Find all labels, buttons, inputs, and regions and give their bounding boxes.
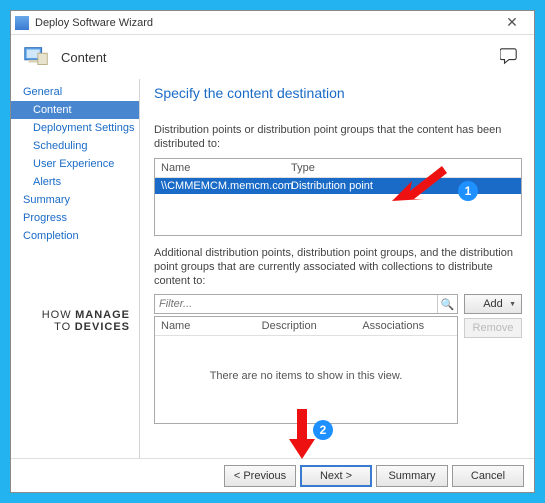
nav-content[interactable]: Content — [11, 101, 139, 119]
annotation-badge-2: 2 — [313, 420, 333, 440]
next-button[interactable]: Next > — [300, 465, 372, 487]
nav-progress[interactable]: Progress — [11, 209, 139, 227]
cell-name: \\CMMEMCM.memcm.com — [155, 178, 285, 194]
add-button[interactable]: Add ▼ — [464, 294, 522, 314]
app-icon — [15, 16, 29, 30]
annotation-badge-1: 1 — [458, 181, 478, 201]
section-title: Content — [61, 50, 107, 65]
nav-summary[interactable]: Summary — [11, 191, 139, 209]
grid2-empty-text: There are no items to show in this view. — [155, 336, 457, 416]
nav-general[interactable]: General — [11, 83, 139, 101]
previous-button[interactable]: < Previous — [224, 465, 296, 487]
footer: < Previous Next > Summary Cancel — [11, 458, 534, 492]
cancel-button[interactable]: Cancel — [452, 465, 524, 487]
summary-button[interactable]: Summary — [376, 465, 448, 487]
add-label: Add — [483, 298, 503, 310]
col-type[interactable]: Type — [285, 159, 521, 177]
filter-input[interactable] — [155, 298, 437, 310]
grid2-header: Name Description Associations — [155, 317, 457, 336]
nav-sidebar: General Content Deployment Settings Sche… — [11, 79, 139, 458]
wizard-window: Deploy Software Wizard ✕ Content General… — [10, 10, 535, 493]
additional-grid[interactable]: Name Description Associations There are … — [154, 316, 458, 424]
content-pane: Specify the content destination Distribu… — [139, 79, 534, 458]
search-icon[interactable]: 🔍 — [437, 295, 457, 313]
cell-type: Distribution point — [285, 178, 521, 194]
wizard-header: Content — [11, 35, 534, 79]
col2-associations[interactable]: Associations — [356, 317, 457, 335]
close-button[interactable]: ✕ — [494, 12, 530, 34]
distributed-label: Distribution points or distribution poin… — [154, 123, 522, 152]
col2-description[interactable]: Description — [256, 317, 357, 335]
nav-alerts[interactable]: Alerts — [11, 173, 139, 191]
grid-header: Name Type — [155, 159, 521, 178]
remove-button: Remove — [464, 318, 522, 338]
nav-user-experience[interactable]: User Experience — [11, 155, 139, 173]
col2-name[interactable]: Name — [155, 317, 256, 335]
chevron-down-icon: ▼ — [509, 301, 516, 308]
nav-scheduling[interactable]: Scheduling — [11, 137, 139, 155]
additional-label: Additional distribution points, distribu… — [154, 246, 522, 289]
page-heading: Specify the content destination — [154, 85, 522, 101]
nav-completion[interactable]: Completion — [11, 227, 139, 245]
nav-deployment-settings[interactable]: Deployment Settings — [11, 119, 139, 137]
filter-box[interactable]: 🔍 — [154, 294, 458, 314]
titlebar: Deploy Software Wizard ✕ — [11, 11, 534, 35]
help-icon[interactable] — [500, 47, 518, 65]
window-title: Deploy Software Wizard — [35, 17, 494, 29]
col-name[interactable]: Name — [155, 159, 285, 177]
computer-icon — [21, 42, 51, 72]
